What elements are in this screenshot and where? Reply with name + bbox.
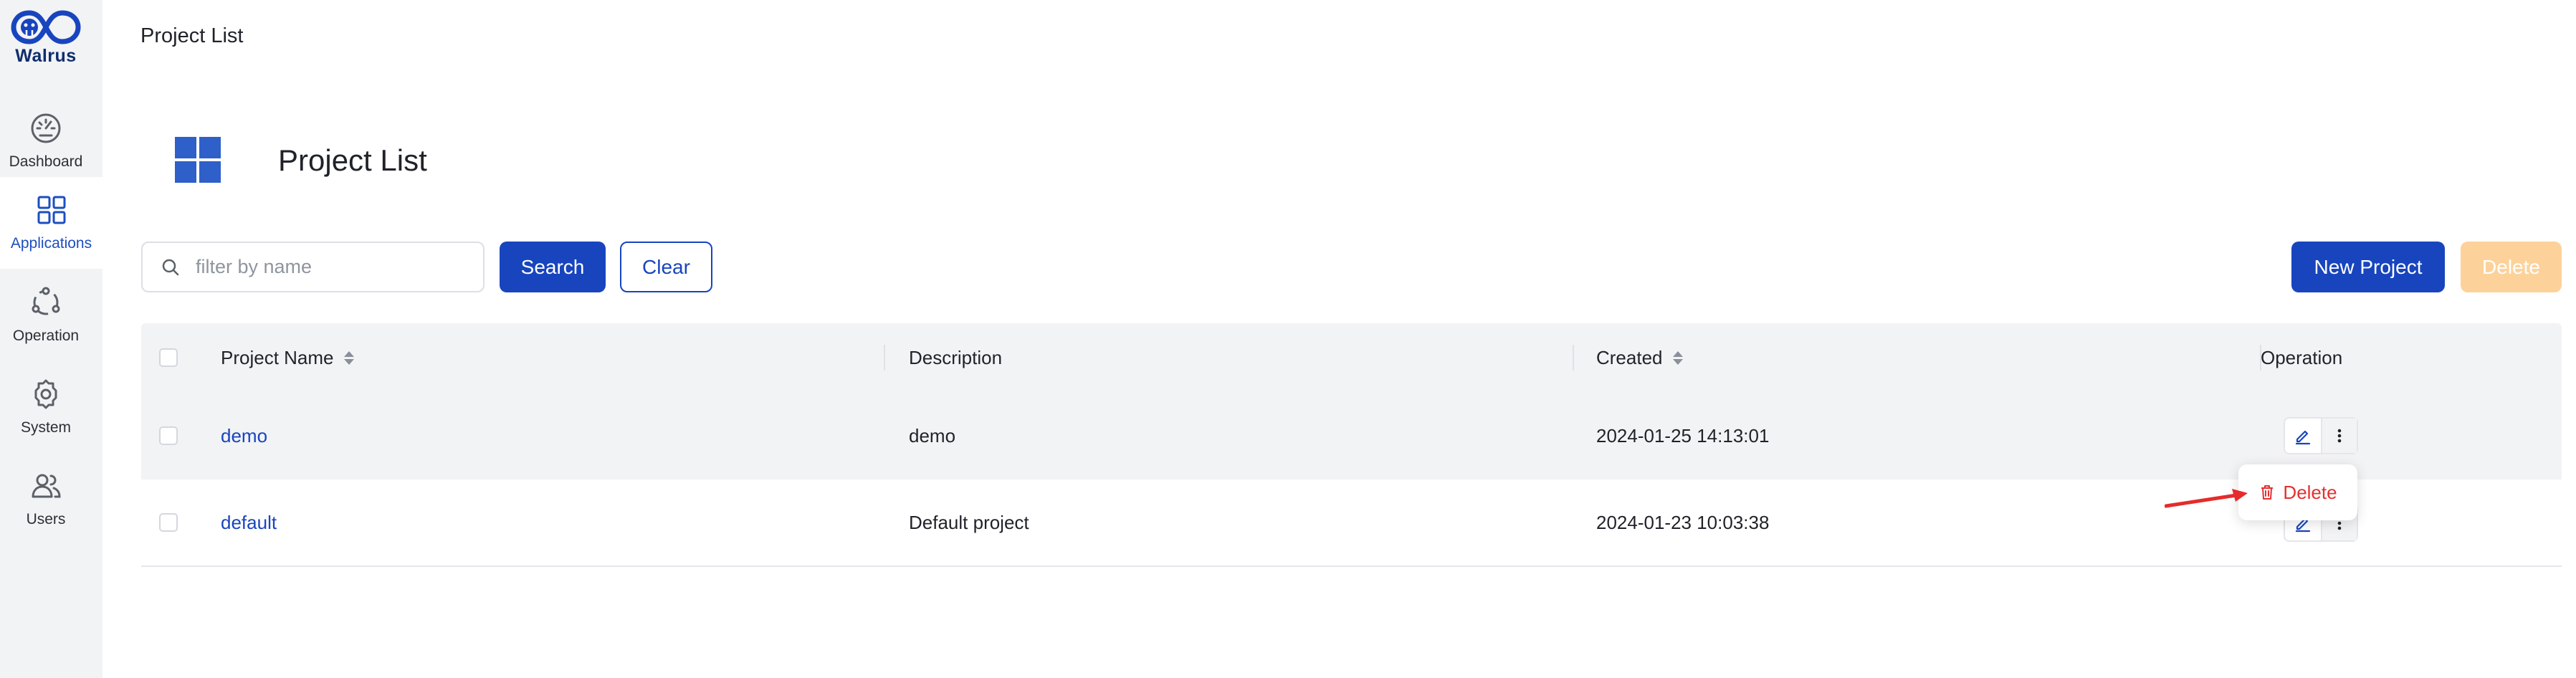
- column-header-operation: Operation: [2261, 346, 2343, 368]
- project-table: Project Name Description Created Operati…: [141, 323, 2562, 567]
- project-name-link[interactable]: demo: [221, 392, 267, 479]
- clear-button[interactable]: Clear: [620, 242, 712, 292]
- gear-icon: [34, 379, 57, 409]
- project-description: Default project: [909, 511, 1029, 533]
- annotation-arrow-icon: [2165, 489, 2248, 508]
- search-input[interactable]: [196, 256, 468, 278]
- operation-icon: [32, 287, 60, 315]
- edit-button[interactable]: [2285, 419, 2321, 453]
- more-vertical-icon: [2337, 429, 2342, 443]
- search-field[interactable]: [141, 242, 485, 292]
- project-created: 2024-01-23 10:03:38: [1596, 511, 1770, 533]
- project-created: 2024-01-25 14:13:01: [1596, 424, 1770, 447]
- users-icon: [32, 474, 61, 498]
- column-header-created[interactable]: Created: [1596, 323, 1683, 392]
- sidebar-item-label: Operation: [12, 328, 80, 344]
- sort-icon[interactable]: [1672, 350, 1683, 365]
- row-operations: [2284, 417, 2358, 454]
- column-divider: [884, 345, 885, 371]
- column-header-project-name[interactable]: Project Name: [221, 323, 354, 392]
- page-title: Project List: [278, 143, 427, 177]
- walrus-logo-icon: [11, 10, 81, 44]
- breadcrumb[interactable]: Project List: [140, 24, 243, 48]
- sidebar-item-label: Applications: [10, 235, 92, 252]
- search-icon: [162, 259, 179, 275]
- project-name-link[interactable]: default: [221, 479, 277, 565]
- column-header-description: Description: [909, 346, 1003, 368]
- project-description: demo: [909, 424, 956, 447]
- sidebar-item-users[interactable]: Users: [0, 453, 92, 545]
- dashboard-icon: [31, 113, 61, 143]
- sidebar-item-label: System: [20, 419, 71, 436]
- row-action-menu-delete[interactable]: Delete: [2238, 464, 2357, 520]
- sidebar-item-operation[interactable]: Operation: [0, 269, 92, 361]
- sidebar-item-system[interactable]: System: [0, 361, 92, 453]
- row-checkbox[interactable]: [159, 426, 178, 445]
- delete-button[interactable]: Delete: [2461, 242, 2562, 292]
- sidebar-item-dashboard[interactable]: Dashboard: [0, 95, 92, 187]
- app-root: Walrus Dashboard Applications Operation …: [0, 0, 2576, 678]
- sidebar-item-label: Dashboard: [9, 153, 83, 170]
- table-row: demo demo 2024-01-25 14:13:01: [141, 392, 2562, 479]
- new-project-button[interactable]: New Project: [2291, 242, 2445, 292]
- sidebar-item-label: Users: [26, 511, 66, 527]
- logo-text: Walrus: [15, 46, 77, 66]
- grid-icon: [175, 137, 221, 183]
- sidebar-item-applications[interactable]: Applications: [0, 177, 102, 269]
- sort-icon[interactable]: [343, 350, 354, 365]
- sidebar: Walrus Dashboard Applications Operation …: [0, 0, 102, 678]
- edit-icon: [2295, 430, 2311, 445]
- applications-icon: [37, 196, 65, 224]
- row-checkbox[interactable]: [159, 513, 178, 532]
- more-button[interactable]: [2321, 419, 2357, 453]
- table-header: Project Name Description Created Operati…: [141, 323, 2562, 392]
- delete-menu-item-label: Delete: [2283, 481, 2337, 503]
- logo[interactable]: Walrus: [0, 9, 92, 70]
- search-button[interactable]: Search: [500, 242, 606, 292]
- trash-icon: [2261, 485, 2274, 500]
- column-divider: [1573, 345, 1574, 371]
- select-all-checkbox[interactable]: [159, 348, 178, 367]
